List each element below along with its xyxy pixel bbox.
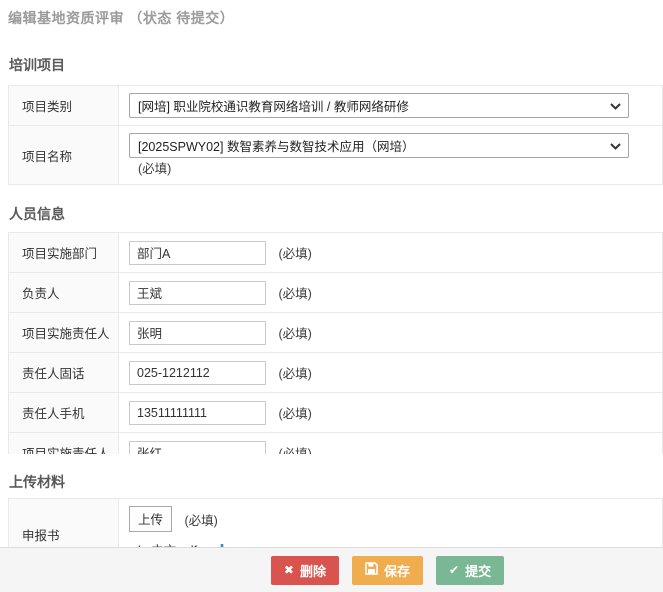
required-badge: (必填): [278, 247, 311, 261]
section-heading-training: 培训项目: [9, 55, 663, 75]
save-button-label: 保存: [384, 561, 410, 580]
floppy-disk-icon: [365, 562, 378, 578]
check-icon: ✔: [449, 563, 459, 577]
table-row: 责任人固话 (必填): [9, 353, 663, 393]
page-title: 编辑基地资质评审 （状态 待提交）: [0, 0, 663, 28]
section-heading-upload: 上传材料: [9, 472, 663, 492]
table-row: 项目名称 [2025SPWY02] 数智素养与数智技术应用（网培） (必填): [9, 126, 663, 185]
required-badge: (必填): [278, 407, 311, 421]
project-name-label: 项目名称: [9, 126, 119, 185]
responsible-landline-input[interactable]: [129, 361, 266, 385]
impl-responsible-input[interactable]: [129, 321, 266, 345]
personnel-table: 项目实施部门 (必填) 负责人 (必填) 项目实施责任人 (必填) 责任人固话: [8, 232, 663, 454]
save-button[interactable]: 保存: [352, 556, 423, 585]
table-row: 项目实施责任人 (必填): [9, 433, 663, 455]
required-badge: (必填): [278, 287, 311, 301]
personnel-table-clip: 项目实施部门 (必填) 负责人 (必填) 项目实施责任人 (必填) 责任人固话: [0, 232, 663, 454]
leader-label: 负责人: [9, 273, 119, 313]
delete-button[interactable]: ✖ 删除: [271, 556, 339, 585]
project-name-selected-value: [2025SPWY02] 数智素养与数智技术应用（网培）: [138, 136, 414, 155]
project-category-label: 项目类别: [9, 86, 119, 126]
chevron-down-icon: [610, 139, 621, 153]
impl-responsible2-input[interactable]: [129, 441, 266, 455]
project-name-select[interactable]: [2025SPWY02] 数智素养与数智技术应用（网培）: [129, 133, 629, 158]
impl-responsible2-label: 项目实施责任人: [9, 433, 119, 455]
required-badge: (必填): [185, 514, 218, 528]
footer-action-bar: ✖ 删除 保存 ✔ 提交: [0, 547, 663, 592]
table-row: 项目类别 [网培] 职业院校通识教育网络培训 / 教师网络研修: [9, 86, 663, 126]
impl-department-label: 项目实施部门: [9, 233, 119, 273]
submit-button[interactable]: ✔ 提交: [436, 556, 504, 585]
required-badge: (必填): [138, 162, 171, 176]
required-badge: (必填): [278, 367, 311, 381]
required-badge: (必填): [278, 327, 311, 341]
responsible-mobile-label: 责任人手机: [9, 393, 119, 433]
project-category-selected-value: [网培] 职业院校通识教育网络培训 / 教师网络研修: [138, 96, 409, 115]
declaration-upload-button[interactable]: 上传: [129, 506, 172, 532]
training-table: 项目类别 [网培] 职业院校通识教育网络培训 / 教师网络研修 项目名称 [20…: [8, 85, 663, 185]
impl-responsible-label: 项目实施责任人: [9, 313, 119, 353]
submit-button-label: 提交: [465, 561, 491, 580]
table-row: 项目实施责任人 (必填): [9, 313, 663, 353]
project-category-select[interactable]: [网培] 职业院校通识教育网络培训 / 教师网络研修: [129, 93, 629, 118]
responsible-landline-label: 责任人固话: [9, 353, 119, 393]
delete-button-label: 删除: [300, 561, 326, 580]
table-row: 负责人 (必填): [9, 273, 663, 313]
table-row: 项目实施部门 (必填): [9, 233, 663, 273]
responsible-mobile-input[interactable]: [129, 401, 266, 425]
chevron-down-icon: [610, 99, 621, 113]
impl-department-input[interactable]: [129, 241, 266, 265]
table-row: 责任人手机 (必填): [9, 393, 663, 433]
section-heading-personnel: 人员信息: [9, 204, 663, 224]
required-badge: (必填): [278, 447, 311, 454]
leader-input[interactable]: [129, 281, 266, 305]
x-icon: ✖: [284, 563, 294, 577]
